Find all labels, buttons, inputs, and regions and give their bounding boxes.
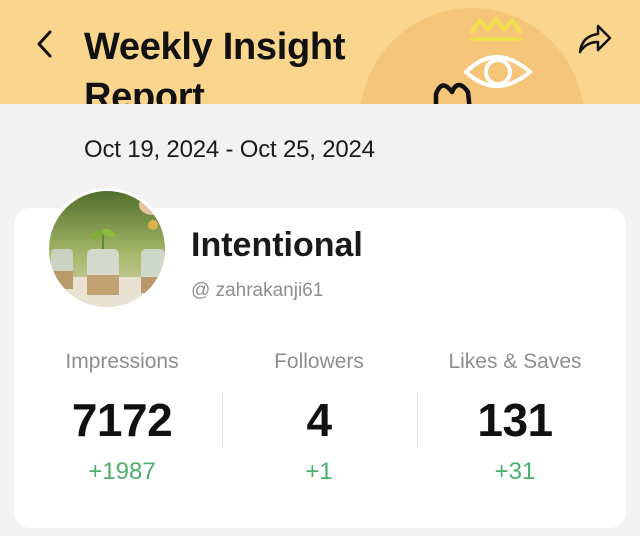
report-header: Weekly Insight Report	[0, 0, 640, 104]
avatar-photo	[49, 191, 165, 307]
date-range: Oct 19, 2024 - Oct 25, 2024	[84, 136, 375, 163]
stat-delta-likes-saves: +31	[494, 458, 536, 485]
stat-label-followers: Followers	[274, 350, 364, 373]
profile-name: Intentional	[191, 226, 363, 264]
eye-crown-illustration-icon	[433, 16, 534, 104]
stat-value-likes-saves: 131	[477, 394, 553, 446]
avatar[interactable]	[46, 188, 168, 310]
share-icon[interactable]	[574, 20, 614, 60]
stat-value-impressions: 7172	[71, 394, 173, 446]
stat-delta-followers: +1	[305, 458, 333, 485]
stat-delta-impressions: +1987	[88, 458, 156, 485]
profile-handle: @ zahrakanji61	[191, 280, 324, 301]
stat-value-followers: 4	[306, 394, 332, 446]
chevron-left-icon[interactable]	[30, 24, 62, 64]
page-title: Weekly Insight Report	[84, 26, 346, 104]
stat-label-likes-saves: Likes & Saves	[448, 350, 582, 373]
stat-label-impressions: Impressions	[65, 350, 179, 373]
